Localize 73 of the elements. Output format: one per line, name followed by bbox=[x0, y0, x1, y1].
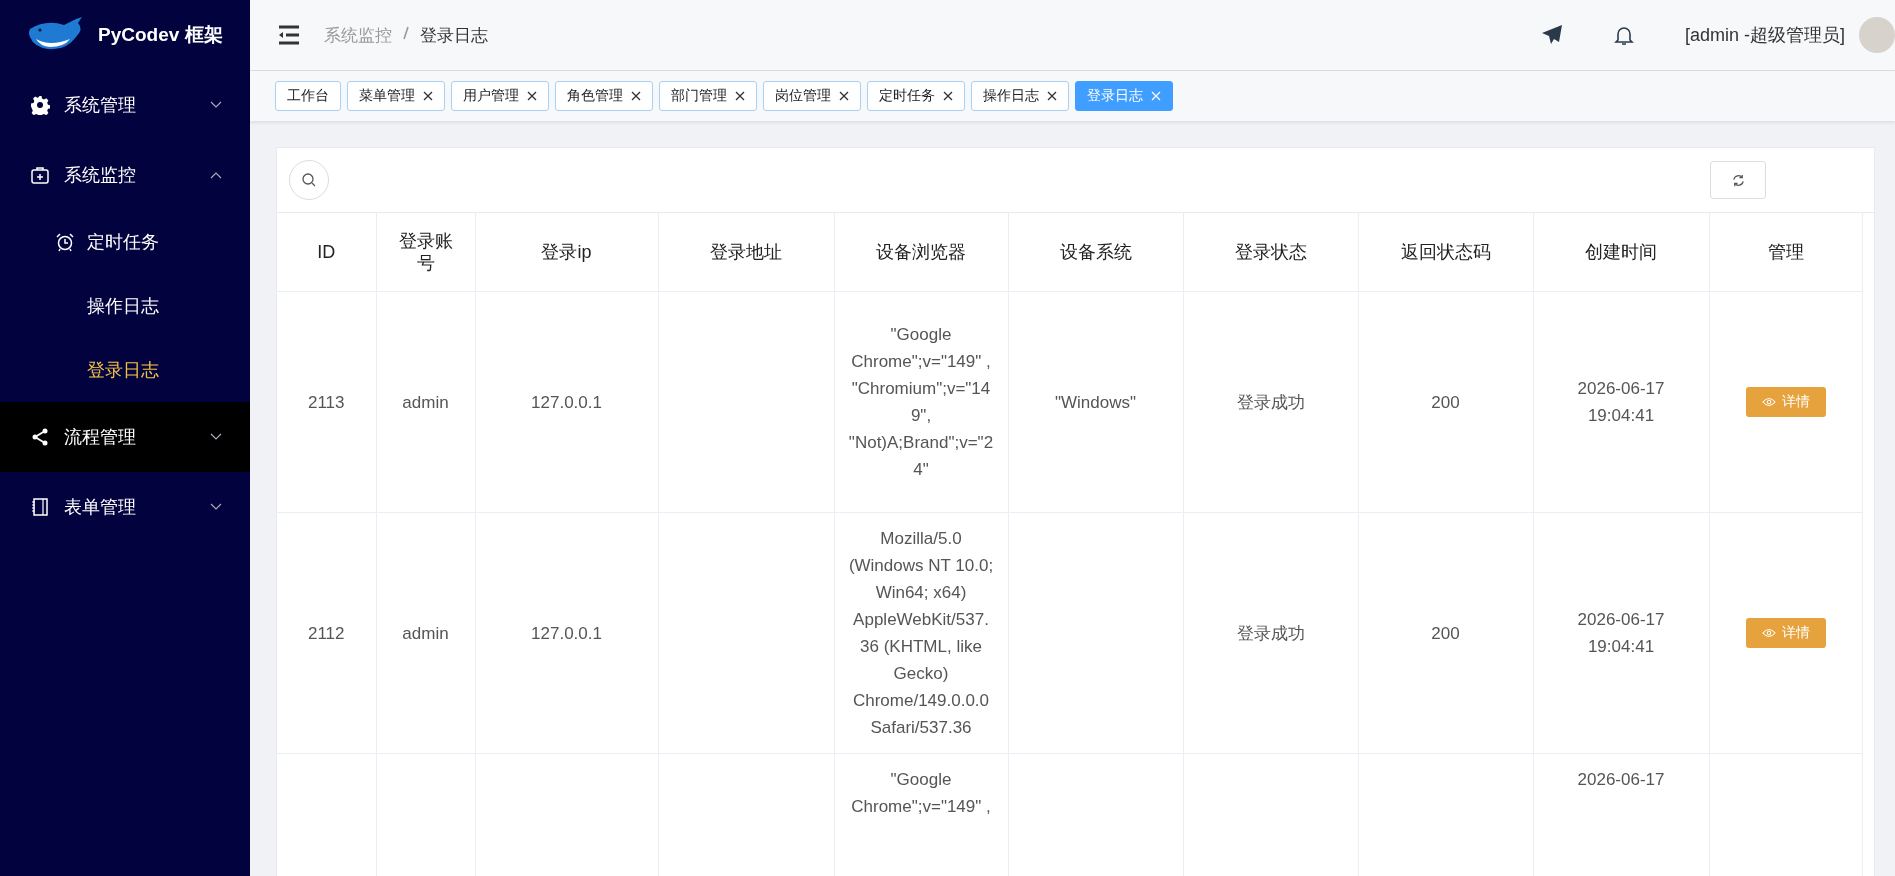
notebook-icon bbox=[30, 497, 50, 517]
search-icon bbox=[301, 172, 317, 188]
table-cell: 200 bbox=[1431, 392, 1460, 412]
table-cell: 2026-06-17 19:04:41 bbox=[1577, 379, 1665, 425]
sidebar-menu-item[interactable]: 系统监控 bbox=[0, 140, 250, 210]
menu-fold-icon[interactable] bbox=[276, 25, 302, 45]
table-cell: 127.0.0.1 bbox=[531, 392, 602, 412]
menu-label: 系统管理 bbox=[64, 94, 137, 117]
tab[interactable]: 岗位管理 bbox=[763, 81, 861, 111]
table-cell: "Google Chrome";v="149" , "Chromium";v="149", "Not)A;Brand";v="24" bbox=[848, 325, 994, 479]
table-cell: 2026-06-17 bbox=[1577, 770, 1665, 789]
sidebar-submenu-item[interactable]: 定时任务 bbox=[0, 210, 250, 274]
tab[interactable]: 部门管理 bbox=[659, 81, 757, 111]
close-icon[interactable] bbox=[1047, 91, 1057, 101]
search-button[interactable] bbox=[289, 160, 329, 200]
eye-icon bbox=[1761, 628, 1776, 638]
refresh-icon bbox=[1730, 172, 1746, 188]
paper-plane-icon[interactable] bbox=[1540, 24, 1563, 46]
close-icon[interactable] bbox=[423, 91, 433, 101]
close-icon[interactable] bbox=[631, 91, 641, 101]
close-icon[interactable] bbox=[527, 91, 537, 101]
alarm-clock-icon bbox=[55, 232, 75, 252]
breadcrumb-item: 登录日志 bbox=[420, 24, 488, 47]
chevron-icon bbox=[210, 101, 222, 109]
column-header: 登录状态 bbox=[1234, 242, 1307, 262]
tab[interactable]: 操作日志 bbox=[971, 81, 1069, 111]
sidebar-submenu-item[interactable]: 登录日志 bbox=[0, 338, 250, 402]
table-cell: 127.0.0.1 bbox=[531, 623, 602, 643]
sidebar-submenu-item[interactable]: 操作日志 bbox=[0, 274, 250, 338]
table-cell: admin bbox=[402, 392, 449, 412]
chevron-icon bbox=[210, 171, 222, 179]
column-header: 登录ip bbox=[541, 242, 592, 262]
column-header: 创建时间 bbox=[1585, 242, 1657, 262]
eye-icon bbox=[1761, 397, 1776, 407]
share-icon bbox=[30, 427, 50, 447]
menu-label: 系统监控 bbox=[64, 164, 137, 187]
chevron-icon bbox=[210, 433, 222, 441]
column-header: 返回状态码 bbox=[1400, 242, 1491, 262]
table-cell: "Google Chrome";v="149" , bbox=[851, 770, 991, 816]
column-header: 登录地址 bbox=[710, 242, 782, 262]
first-aid-kit-icon bbox=[30, 165, 50, 185]
column-header: 管理 bbox=[1767, 242, 1804, 262]
sidebar-menu-item[interactable]: 系统管理 bbox=[0, 70, 250, 140]
menu-label: 流程管理 bbox=[64, 426, 137, 449]
table-cell: 2113 bbox=[307, 392, 345, 412]
close-icon[interactable] bbox=[839, 91, 849, 101]
chevron-icon bbox=[210, 503, 222, 511]
table-cell: "Windows" bbox=[1054, 392, 1136, 412]
table-cell: 200 bbox=[1431, 623, 1460, 643]
table-cell: admin bbox=[402, 623, 449, 643]
table-cell: 2112 bbox=[307, 623, 345, 643]
table-cell: 2026-06-17 19:04:41 bbox=[1577, 610, 1665, 656]
column-header: ID bbox=[317, 242, 336, 262]
tab[interactable]: 用户管理 bbox=[451, 81, 549, 111]
close-icon[interactable] bbox=[735, 91, 745, 101]
table-cell: Mozilla/5.0 (Windows NT 10.0; Win64; x64) AppleWebKit/537.36 (KHTML, like Gecko) Chrome/149.0.0.0 Safari/537.36 bbox=[848, 529, 994, 737]
user-name[interactable]: [admin -超级管理员] bbox=[1684, 23, 1845, 47]
tab[interactable]: 菜单管理 bbox=[347, 81, 445, 111]
gear-icon bbox=[30, 95, 50, 115]
column-header: 设备系统 bbox=[1059, 242, 1132, 262]
tab[interactable]: 角色管理 bbox=[555, 81, 653, 111]
tab[interactable]: 定时任务 bbox=[867, 81, 965, 111]
table-cell: 登录成功 bbox=[1236, 392, 1305, 412]
sidebar-menu-item[interactable]: 表单管理 bbox=[0, 472, 250, 542]
close-icon[interactable] bbox=[943, 91, 953, 101]
tab[interactable]: 工作台 bbox=[275, 81, 341, 111]
column-header: 登录账号 bbox=[398, 231, 453, 273]
column-header: 设备浏览器 bbox=[876, 242, 966, 262]
menu-label: 表单管理 bbox=[64, 496, 137, 519]
table-cell: 登录成功 bbox=[1236, 623, 1305, 643]
bell-icon[interactable] bbox=[1612, 24, 1635, 46]
sidebar-menu-item[interactable]: 流程管理 bbox=[0, 402, 250, 472]
logo-text: PyCodev 框架 bbox=[98, 23, 223, 47]
